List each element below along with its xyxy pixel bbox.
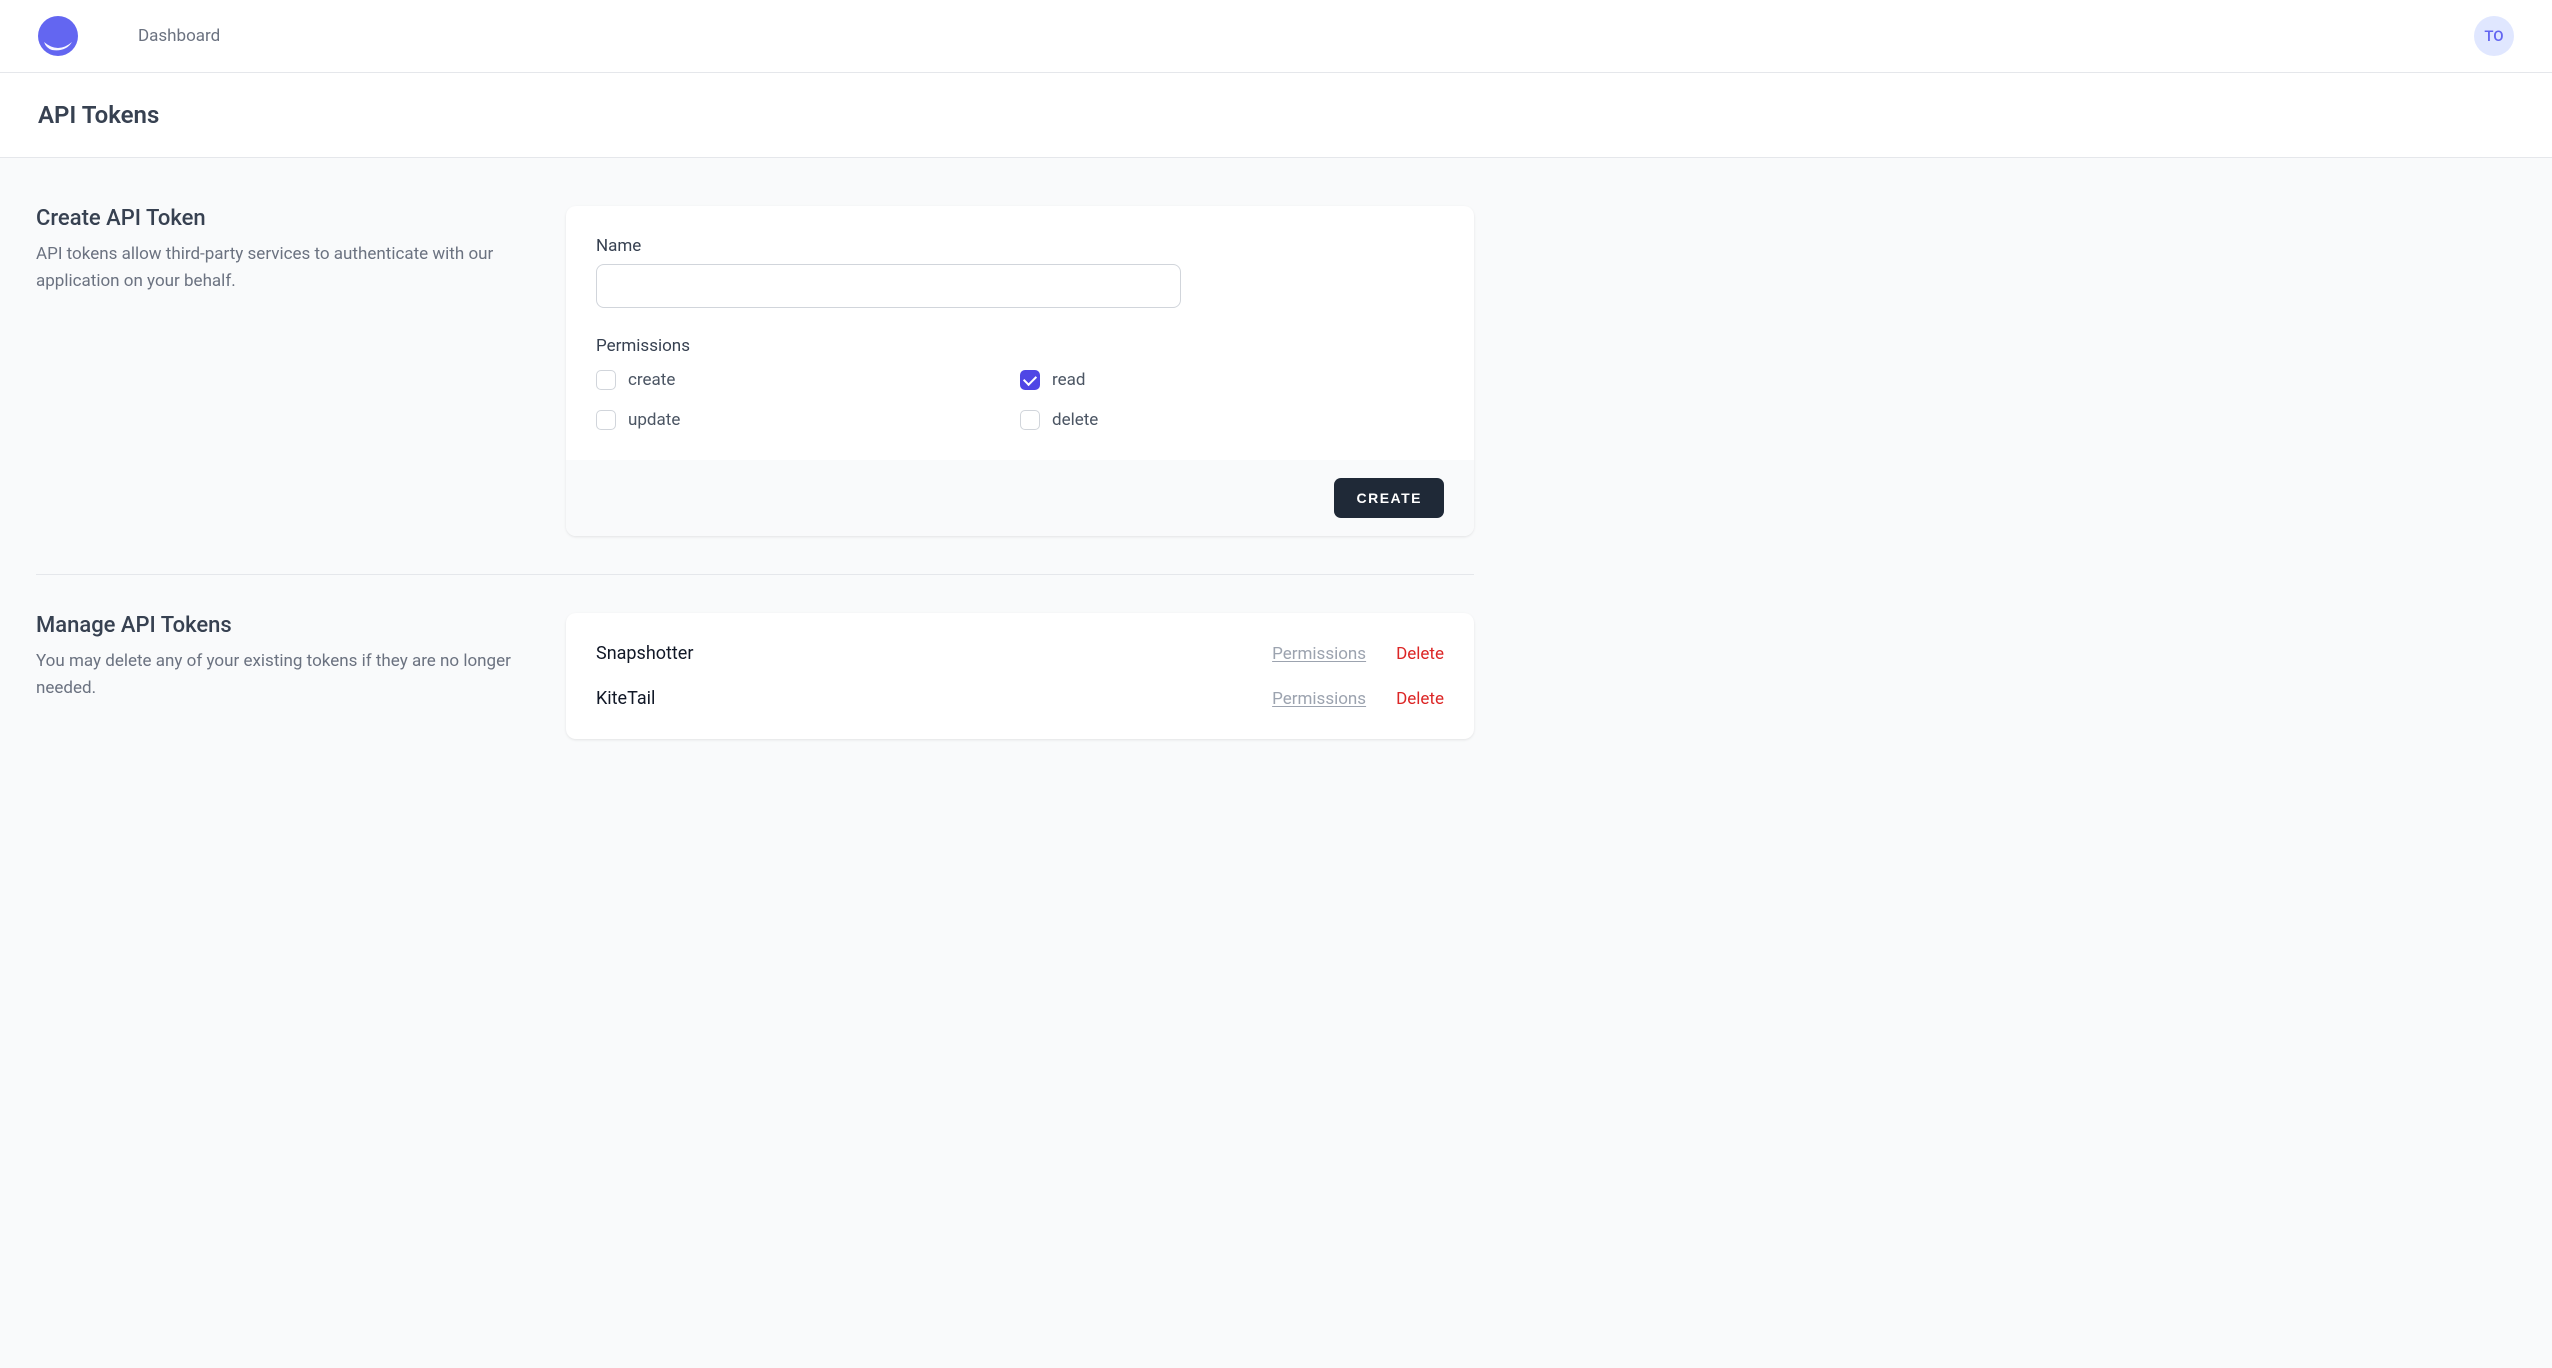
permission-read-label[interactable]: read — [1052, 370, 1085, 390]
create-token-footer: Create — [566, 460, 1474, 536]
manage-tokens-description: You may delete any of your existing toke… — [36, 648, 526, 702]
create-token-title: Create API Token — [36, 206, 526, 231]
create-token-sidebar: Create API Token API tokens allow third-… — [36, 206, 526, 536]
name-label: Name — [596, 236, 1444, 256]
permissions-label: Permissions — [596, 336, 1444, 356]
navbar-left: Dashboard — [38, 16, 220, 56]
section-divider — [36, 574, 1474, 575]
create-token-card-body: Name Permissions create read update delete — [566, 206, 1474, 460]
user-avatar[interactable]: TO — [2474, 16, 2514, 56]
token-delete-link[interactable]: Delete — [1396, 689, 1444, 709]
create-token-card: Name Permissions createreadupdatedelete … — [566, 206, 1474, 536]
permission-delete-label[interactable]: delete — [1052, 410, 1098, 430]
permissions-grid: create read update delete — [596, 370, 1444, 430]
manage-tokens-title: Manage API Tokens — [36, 613, 526, 638]
page-header: API Tokens — [0, 73, 2552, 158]
permissions-section: Permissions create read update delete — [596, 336, 1444, 430]
create-token-description: API tokens allow third-party services to… — [36, 241, 526, 295]
navbar: Dashboard TO — [0, 0, 2552, 73]
app-logo-icon[interactable] — [38, 16, 78, 56]
permission-read: read — [1020, 370, 1444, 390]
permission-create: create — [596, 370, 1020, 390]
permission-create-checkbox[interactable] — [596, 370, 616, 390]
name-input[interactable] — [596, 264, 1181, 308]
permission-update-label[interactable]: update — [628, 410, 680, 430]
token-name: Snapshotter — [596, 643, 693, 664]
permission-delete: delete — [1020, 410, 1444, 430]
manage-tokens-section: Manage API Tokens You may delete any of … — [36, 613, 1474, 739]
token-actions: Permissions Delete — [1272, 644, 1444, 664]
permission-update-checkbox[interactable] — [596, 410, 616, 430]
permission-delete-checkbox[interactable] — [1020, 410, 1040, 430]
manage-tokens-card: Snapshotter Permissions Delete KiteTail Perm… — [566, 613, 1474, 739]
nav-dashboard-link[interactable]: Dashboard — [138, 26, 220, 46]
permission-create-label[interactable]: create — [628, 370, 675, 390]
create-button[interactable]: Create — [1334, 478, 1444, 518]
permission-read-checkbox[interactable] — [1020, 370, 1040, 390]
main-content: Create API Token API tokens allow third-… — [0, 158, 1510, 825]
token-row: KiteTail Permissions Delete — [596, 676, 1444, 721]
create-token-section: Create API Token API tokens allow third-… — [36, 206, 1474, 536]
token-list: Snapshotter Permissions Delete KiteTail Perm… — [566, 613, 1474, 739]
manage-tokens-sidebar: Manage API Tokens You may delete any of … — [36, 613, 526, 739]
token-permissions-link[interactable]: Permissions — [1272, 689, 1366, 709]
token-delete-link[interactable]: Delete — [1396, 644, 1444, 664]
token-actions: Permissions Delete — [1272, 689, 1444, 709]
page-title: API Tokens — [38, 101, 2514, 129]
token-permissions-link[interactable]: Permissions — [1272, 644, 1366, 664]
permission-update: update — [596, 410, 1020, 430]
token-row: Snapshotter Permissions Delete — [596, 631, 1444, 676]
token-name: KiteTail — [596, 688, 655, 709]
